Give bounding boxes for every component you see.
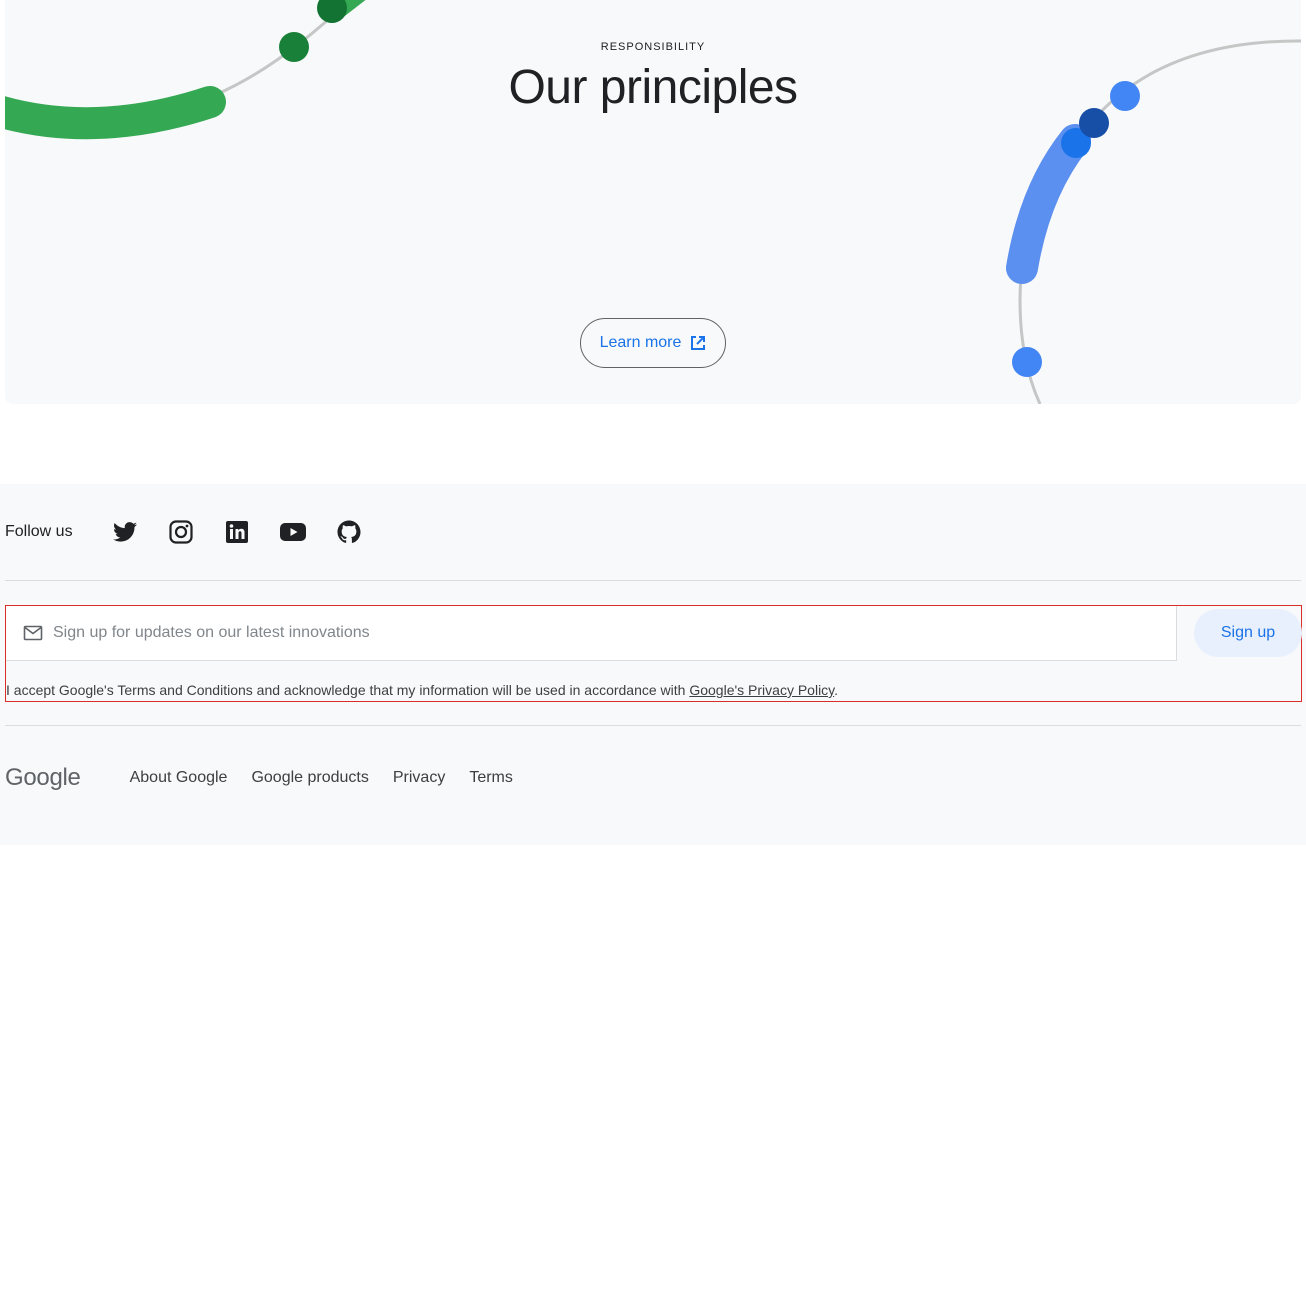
learn-more-button[interactable]: Learn more — [580, 318, 726, 368]
footer-link-terms[interactable]: Terms — [469, 769, 513, 787]
section-title: Our principles — [508, 61, 798, 114]
consent-statement: I accept Google's Terms and Conditions a… — [6, 682, 690, 698]
sign-up-button[interactable]: Sign up — [1194, 609, 1302, 657]
github-icon[interactable] — [321, 514, 377, 550]
consent-text: I accept Google's Terms and Conditions a… — [6, 682, 838, 698]
privacy-policy-link[interactable]: Google's Privacy Policy — [689, 682, 834, 698]
footer-divider-top — [5, 580, 1301, 581]
site-footer: Follow us Sign up for updates on our lat… — [0, 484, 1306, 845]
linkedin-icon[interactable] — [209, 514, 265, 550]
footer-divider-bottom — [5, 725, 1301, 726]
consent-period: . — [834, 682, 839, 698]
principles-section: RESPONSIBILITY Our principles Learn more — [5, 0, 1301, 404]
footer-bottom-bar: Google About Google Google products Priv… — [5, 764, 537, 792]
footer-link-privacy[interactable]: Privacy — [393, 769, 445, 787]
email-field-container — [6, 606, 1177, 661]
instagram-icon[interactable] — [153, 514, 209, 550]
youtube-icon[interactable] — [265, 514, 321, 550]
follow-us-row: Follow us — [5, 520, 377, 544]
footer-link-google-products[interactable]: Google products — [251, 769, 368, 787]
mail-icon — [23, 625, 43, 641]
open-in-new-icon — [690, 335, 706, 351]
footer-link-about-google[interactable]: About Google — [130, 769, 228, 787]
email-signup-input[interactable] — [53, 624, 1133, 642]
learn-more-label: Learn more — [599, 334, 682, 351]
newsletter-signup-form: Sign up I accept Google's Terms and Cond… — [5, 605, 1302, 702]
google-logo[interactable]: Google — [5, 764, 81, 792]
follow-us-label: Follow us — [5, 523, 73, 540]
twitter-icon[interactable] — [97, 514, 153, 550]
section-eyebrow: RESPONSIBILITY — [600, 41, 706, 53]
